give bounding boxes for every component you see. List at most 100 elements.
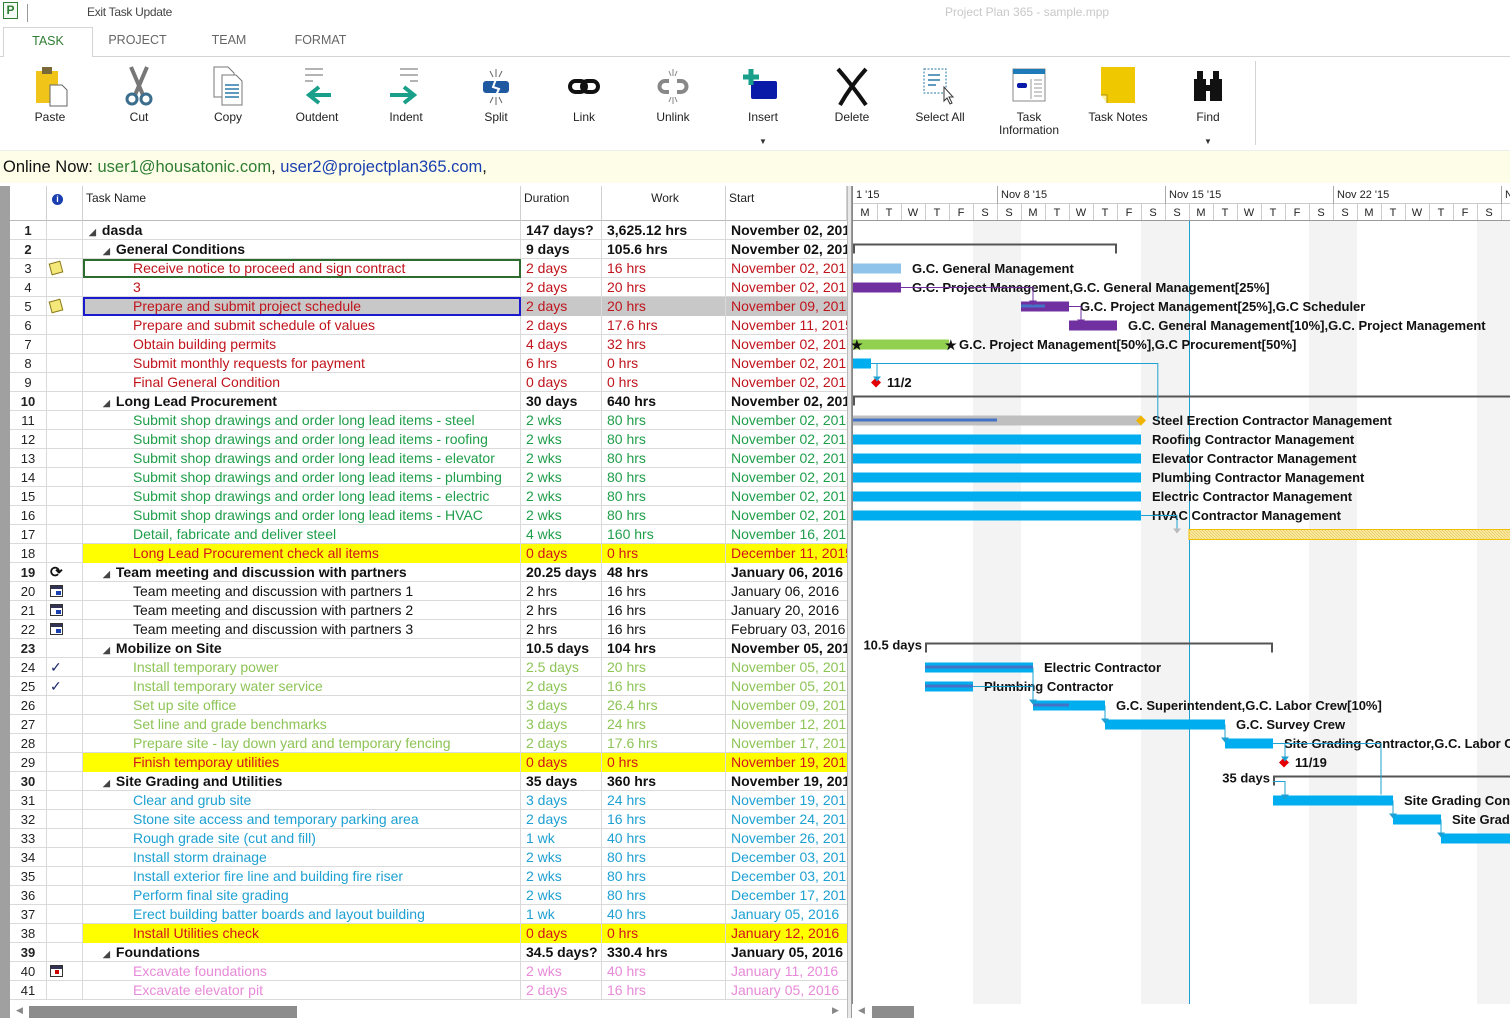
duration-cell[interactable]: 9 days [521,240,602,259]
calendar-icon[interactable] [47,603,63,619]
table-row[interactable]: 20 Team meeting and discussion with partn… [10,582,847,601]
start-cell[interactable]: November 05, 2015 [726,639,847,658]
task-notes-button[interactable]: Task Notes [1078,61,1158,147]
header-work[interactable]: Work [602,186,726,221]
start-cell[interactable]: January 11, 2016 [726,962,847,981]
table-row[interactable]: 6 Prepare and submit schedule of values 2 … [10,316,847,335]
duration-cell[interactable]: 20.25 days [521,563,602,582]
task-name-cell[interactable]: Excavate elevator pit [83,981,521,1000]
task-name-cell[interactable]: ◢ Site Grading and Utilities [83,772,521,791]
task-name-cell[interactable]: Install storm drainage [83,848,521,867]
row-number[interactable]: 35 [10,867,47,886]
start-cell[interactable]: November 09, 2015 [726,696,847,715]
task-bar[interactable] [1441,833,1510,844]
start-cell[interactable]: December 03, 2015 [726,867,847,886]
row-number[interactable]: 36 [10,886,47,905]
task-name-cell[interactable]: Install Utilities check [83,924,521,943]
row-number[interactable]: 39 [10,943,47,962]
task-name-cell[interactable]: Submit shop drawings and order long lead… [83,449,521,468]
start-cell[interactable]: November 24, 2015 [726,810,847,829]
start-cell[interactable]: January 05, 2016 [726,981,847,1000]
row-number[interactable]: 32 [10,810,47,829]
duration-cell[interactable]: 2 days [521,810,602,829]
task-name-cell[interactable]: Submit shop drawings and order long lead… [83,506,521,525]
row-number[interactable]: 2 [10,240,47,259]
gantt-scroll-thumb[interactable] [872,1006,914,1018]
duration-cell[interactable]: 2 wks [521,848,602,867]
task-bar[interactable] [1069,320,1117,331]
table-row[interactable]: 23 ◢ Mobilize on Site 10.5 days 104 hrs Novem… [10,639,847,658]
duration-cell[interactable]: 3 days [521,791,602,810]
work-cell[interactable]: 20 hrs [602,297,726,316]
task-name-cell[interactable]: Finish temporay utilities [83,753,521,772]
task-name-cell[interactable]: Prepare and submit schedule of values [83,316,521,335]
start-cell[interactable]: November 26, 2015 [726,829,847,848]
table-row[interactable]: 34 Install storm drainage 2 wks 80 hrs Decem… [10,848,847,867]
task-name-cell[interactable]: Submit shop drawings and order long lead… [83,411,521,430]
task-bar[interactable] [853,263,901,274]
duration-cell[interactable]: 2 hrs [521,620,602,639]
start-cell[interactable]: November 19, 2015 [726,772,847,791]
work-cell[interactable]: 17.6 hrs [602,734,726,753]
gantt-scroll-left-arrow-icon[interactable]: ◀ [858,1005,865,1016]
task-name-cell[interactable]: Excavate foundations [83,962,521,981]
row-number[interactable]: 7 [10,335,47,354]
work-cell[interactable]: 105.6 hrs [602,240,726,259]
row-number[interactable]: 1 [10,221,47,240]
duration-cell[interactable]: 2 wks [521,449,602,468]
start-cell[interactable]: November 02, 2015 [726,487,847,506]
collapse-triangle-icon[interactable]: ◢ [89,227,96,237]
duration-cell[interactable]: 2 wks [521,962,602,981]
row-number[interactable]: 17 [10,525,47,544]
work-cell[interactable]: 26.4 hrs [602,696,726,715]
gantt-horizontal-scrollbar[interactable]: ◀ [852,1004,1510,1018]
scroll-left-arrow-icon[interactable]: ◀ [16,1005,23,1016]
work-cell[interactable]: 20 hrs [602,278,726,297]
row-number[interactable]: 19 [10,563,47,582]
table-row[interactable]: 10 ◢ Long Lead Procurement 30 days 640 hrs No… [10,392,847,411]
grid-scroll-thumb[interactable] [29,1006,297,1018]
table-row[interactable]: 40 Excavate foundations 2 wks 40 hrs January… [10,962,847,981]
find-dropdown-arrow-icon[interactable]: ▼ [1168,137,1248,146]
table-row[interactable]: 27 Set line and grade benchmarks 3 days 24 … [10,715,847,734]
task-name-cell[interactable]: ◢ Foundations [83,943,521,962]
inactive-task-bar[interactable] [1188,529,1510,540]
task-bar[interactable] [853,510,1141,521]
calendar-icon[interactable] [47,584,63,600]
task-name-cell[interactable]: ◢ dasda [83,221,521,240]
duration-cell[interactable]: 2 wks [521,468,602,487]
start-cell[interactable]: November 02, 2015 [726,354,847,373]
duration-cell[interactable]: 2 hrs [521,601,602,620]
table-row[interactable]: 33 Rough grade site (cut and fill) 1 wk 40 … [10,829,847,848]
start-cell[interactable]: January 05, 2016 [726,905,847,924]
row-number[interactable]: 28 [10,734,47,753]
work-cell[interactable]: 16 hrs [602,259,726,278]
task-bar[interactable] [1393,814,1441,825]
duration-cell[interactable]: 0 days [521,544,602,563]
start-cell[interactable]: November 02, 2015 [726,335,847,354]
duration-cell[interactable]: 3 days [521,715,602,734]
header-row-number[interactable] [10,186,47,221]
grid-horizontal-scrollbar[interactable]: ◀ ▶ [10,1004,847,1018]
table-row[interactable]: 35 Install exterior fire line and buildin… [10,867,847,886]
duration-cell[interactable]: 3 days [521,696,602,715]
task-name-cell[interactable]: Submit shop drawings and order long lead… [83,487,521,506]
start-cell[interactable]: February 03, 2016 [726,620,847,639]
table-row[interactable]: 8 Submit monthly requests for payment 6 hr… [10,354,847,373]
work-cell[interactable]: 80 hrs [602,487,726,506]
work-cell[interactable]: 16 hrs [602,601,726,620]
tab-task[interactable]: TASK [3,27,93,58]
row-number[interactable]: 29 [10,753,47,772]
table-row[interactable]: 32 Stone site access and temporary parkin… [10,810,847,829]
start-cell[interactable]: December 17, 2015 [726,886,847,905]
row-number[interactable]: 20 [10,582,47,601]
indent-button[interactable]: Indent [366,61,446,147]
checkmark-icon[interactable]: ✓ [47,659,62,675]
table-row[interactable]: 28 Prepare site - lay down yard and tempo… [10,734,847,753]
task-name-cell[interactable]: Submit shop drawings and order long lead… [83,430,521,449]
start-cell[interactable]: November 05, 2015 [726,658,847,677]
start-cell[interactable]: November 02, 2015 [726,278,847,297]
work-cell[interactable]: 24 hrs [602,715,726,734]
duration-cell[interactable]: 2 wks [521,430,602,449]
row-number[interactable]: 18 [10,544,47,563]
